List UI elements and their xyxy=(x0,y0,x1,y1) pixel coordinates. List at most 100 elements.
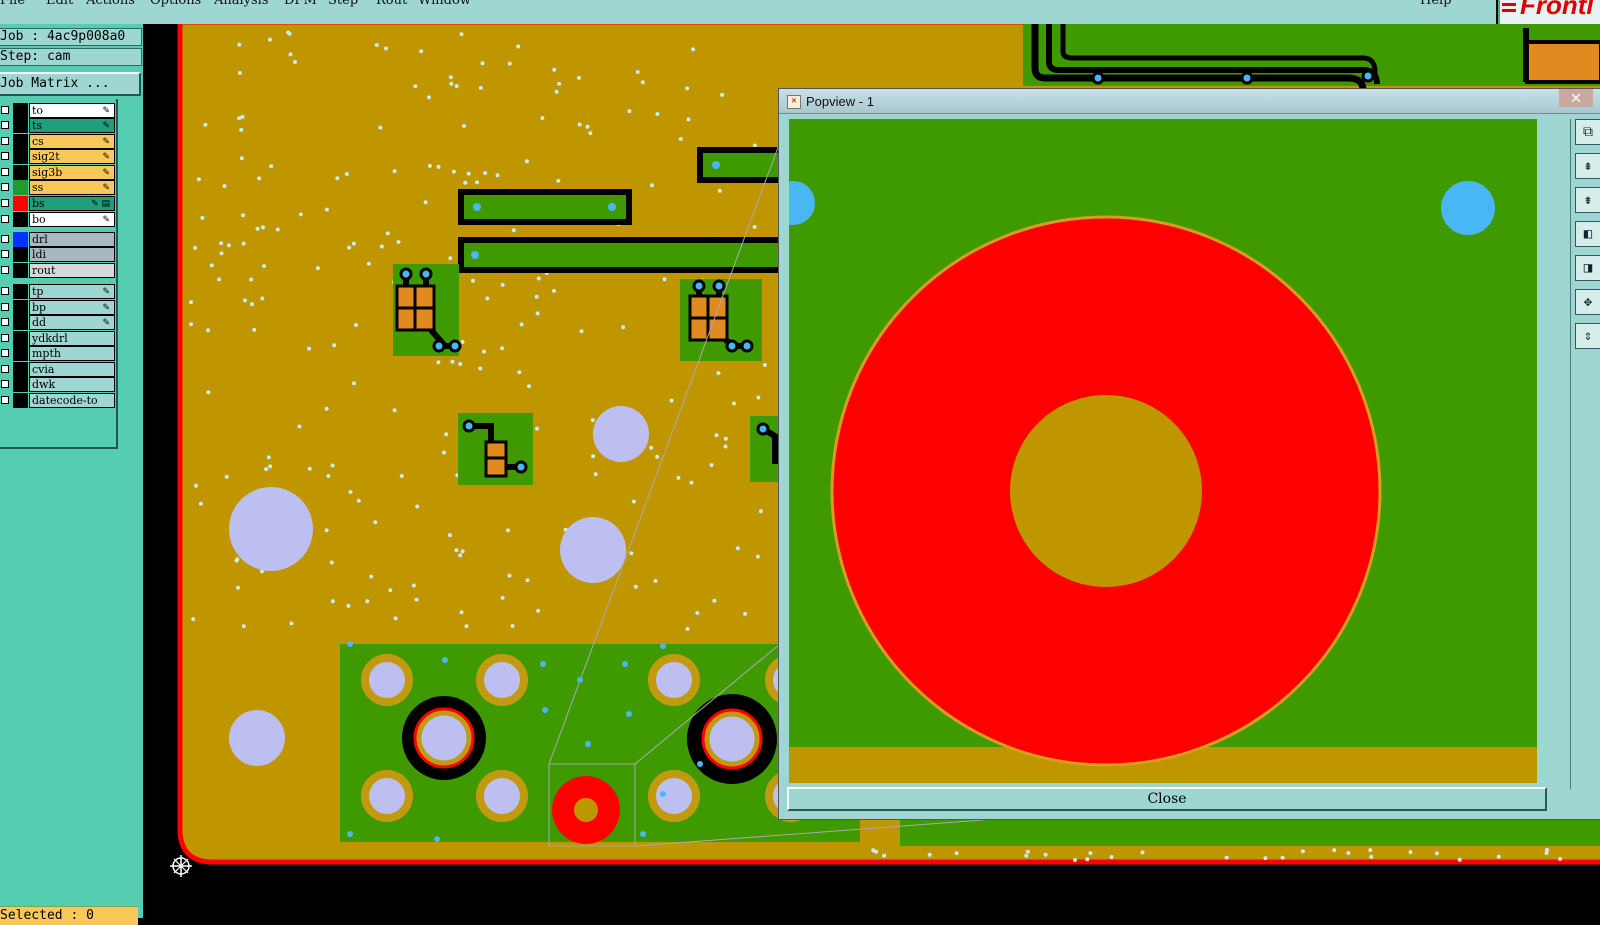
layer-checkbox[interactable] xyxy=(1,199,9,207)
job-matrix-button[interactable]: Job Matrix ... xyxy=(0,72,141,96)
layer-row-bp[interactable]: bp ✎ xyxy=(0,300,115,315)
menu-edit[interactable]: Edit xyxy=(46,0,73,8)
pan-left-icon[interactable]: ◧ xyxy=(1575,221,1600,247)
layer-checkbox[interactable] xyxy=(1,152,9,160)
popview-titlebar[interactable]: ✕ Popview - 1 ✕ xyxy=(779,89,1600,114)
layer-row-ldi[interactable]: ldi xyxy=(0,247,115,262)
layer-color-swatch[interactable] xyxy=(13,393,28,408)
layer-checkbox[interactable] xyxy=(1,235,9,243)
layer-row-cvia[interactable]: cvia xyxy=(0,362,115,377)
layer-color-swatch[interactable] xyxy=(13,134,28,149)
layer-checkbox[interactable] xyxy=(1,334,9,342)
layer-checkbox[interactable] xyxy=(1,349,9,357)
layer-name[interactable]: to ✎ xyxy=(29,103,115,118)
layer-name[interactable]: dwk xyxy=(29,377,115,392)
close-icon[interactable]: ✕ xyxy=(1559,89,1593,107)
layer-color-swatch[interactable] xyxy=(13,180,28,195)
layer-color-swatch[interactable] xyxy=(13,118,28,133)
layer-color-swatch[interactable] xyxy=(13,377,28,392)
layer-name[interactable]: ss ✎ xyxy=(29,180,115,195)
menu-actions[interactable]: Actions xyxy=(86,0,135,8)
layer-color-swatch[interactable] xyxy=(13,362,28,377)
layer-color-swatch[interactable] xyxy=(13,284,28,299)
layer-row-rout[interactable]: rout xyxy=(0,263,115,278)
layer-color-swatch[interactable] xyxy=(13,212,28,227)
layer-name[interactable]: cvia xyxy=(29,362,115,377)
layer-name[interactable]: ydkdrl xyxy=(29,331,115,346)
layer-color-swatch[interactable] xyxy=(13,149,28,164)
layer-name[interactable]: bs ✎ ▤ xyxy=(29,196,115,211)
close-button[interactable]: Close xyxy=(787,787,1547,811)
layer-row-sig2t[interactable]: sig2t ✎ xyxy=(0,149,115,164)
layer-color-swatch[interactable] xyxy=(13,196,28,211)
layer-row-sig3b[interactable]: sig3b ✎ xyxy=(0,165,115,180)
layer-color-swatch[interactable] xyxy=(13,103,28,118)
layer-row-cs[interactable]: cs ✎ xyxy=(0,134,115,149)
layer-name[interactable]: sig2t ✎ xyxy=(29,149,115,164)
layer-name[interactable]: dd ✎ xyxy=(29,315,115,330)
layer-row-dwk[interactable]: dwk xyxy=(0,377,115,392)
layer-checkbox[interactable] xyxy=(1,106,9,114)
layer-checkbox[interactable] xyxy=(1,168,9,176)
zoom-in-icon[interactable]: ⇞ xyxy=(1575,153,1600,179)
layer-name[interactable]: ts ✎ xyxy=(29,118,115,133)
layer-color-swatch[interactable] xyxy=(13,300,28,315)
layer-name[interactable]: datecode-to xyxy=(29,393,115,408)
layer-color-swatch[interactable] xyxy=(13,263,28,278)
layer-color-swatch[interactable] xyxy=(13,247,28,262)
layer-name[interactable]: mpth xyxy=(29,346,115,361)
layer-checkbox[interactable] xyxy=(1,365,9,373)
layer-name[interactable]: bp ✎ xyxy=(29,300,115,315)
layer-name[interactable]: rout xyxy=(29,263,115,278)
layer-name[interactable]: drl xyxy=(29,232,115,247)
layer-color-swatch[interactable] xyxy=(13,346,28,361)
layer-checkbox[interactable] xyxy=(1,318,9,326)
layer-checkbox[interactable] xyxy=(1,250,9,258)
pan-right-icon[interactable]: ◨ xyxy=(1575,255,1600,281)
menu-step[interactable]: Step xyxy=(328,0,358,8)
menu-analysis[interactable]: Analysis xyxy=(214,0,269,8)
menu-options[interactable]: Options xyxy=(150,0,201,8)
menu-rout[interactable]: Rout xyxy=(376,0,407,8)
layer-color-swatch[interactable] xyxy=(13,165,28,180)
layer-row-drl[interactable]: drl xyxy=(0,232,115,247)
layer-checkbox[interactable] xyxy=(1,287,9,295)
center-icon[interactable]: ⇕ xyxy=(1575,323,1600,349)
layer-name[interactable]: sig3b ✎ xyxy=(29,165,115,180)
layer-row-ydkdrl[interactable]: ydkdrl xyxy=(0,331,115,346)
layer-row-ts[interactable]: ts ✎ xyxy=(0,118,115,133)
layer-row-to[interactable]: to ✎ xyxy=(0,103,115,118)
layer-checkbox[interactable] xyxy=(1,137,9,145)
layer-checkbox[interactable] xyxy=(1,266,9,274)
layer-color-swatch[interactable] xyxy=(13,331,28,346)
layer-row-datecode-to[interactable]: datecode-to xyxy=(0,393,115,408)
menu-window[interactable]: Window xyxy=(418,0,471,8)
layer-name[interactable]: tp ✎ xyxy=(29,284,115,299)
layer-row-tp[interactable]: tp ✎ xyxy=(0,284,115,299)
layer-row-bo[interactable]: bo ✎ xyxy=(0,212,115,227)
layer-row-mpth[interactable]: mpth xyxy=(0,346,115,361)
layer-row-ss[interactable]: ss ✎ xyxy=(0,180,115,195)
layer-name[interactable]: ldi xyxy=(29,247,115,262)
layer-checkbox[interactable] xyxy=(1,303,9,311)
menu-dfm[interactable]: DFM xyxy=(284,0,317,8)
zoom-window-icon[interactable]: ⧉ xyxy=(1575,119,1600,145)
layer-checkbox[interactable] xyxy=(1,183,9,191)
layer-name[interactable]: bo ✎ xyxy=(29,212,115,227)
menu-help[interactable]: Help xyxy=(1420,0,1452,8)
layer-checkbox[interactable] xyxy=(1,380,9,388)
board-dot xyxy=(723,436,728,441)
layer-checkbox[interactable] xyxy=(1,121,9,129)
layer-row-bs[interactable]: bs ✎ ▤ xyxy=(0,196,115,211)
fit-icon[interactable]: ✥ xyxy=(1575,289,1600,315)
layer-color-swatch[interactable] xyxy=(13,315,28,330)
board-dot xyxy=(720,92,725,97)
menu-file[interactable]: File xyxy=(0,0,25,8)
layer-name[interactable]: cs ✎ xyxy=(29,134,115,149)
layer-checkbox[interactable] xyxy=(1,215,9,223)
layer-checkbox[interactable] xyxy=(1,396,9,404)
layer-row-dd[interactable]: dd ✎ xyxy=(0,315,115,330)
popview-canvas[interactable] xyxy=(789,119,1537,783)
layer-color-swatch[interactable] xyxy=(13,232,28,247)
zoom-out-icon[interactable]: ⇟ xyxy=(1575,187,1600,213)
